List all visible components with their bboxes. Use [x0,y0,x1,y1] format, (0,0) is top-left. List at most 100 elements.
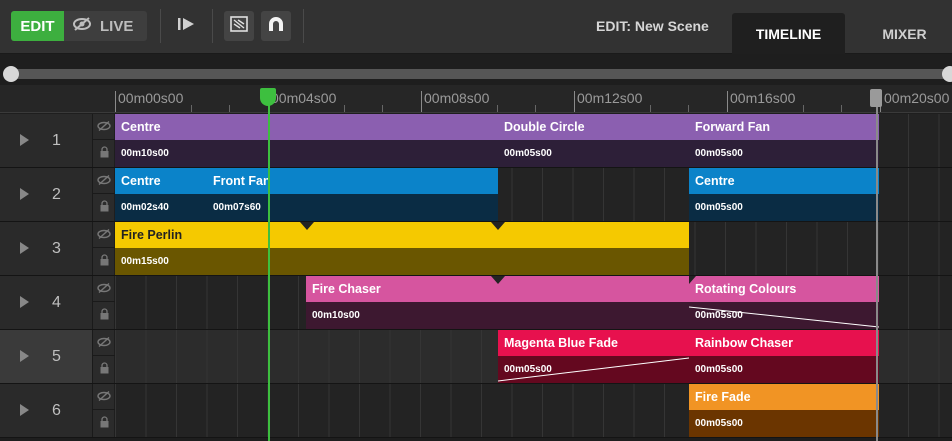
lock-toggle[interactable] [93,141,115,167]
eye-hidden-icon [97,280,111,298]
toolbar-divider [160,9,161,43]
edit-mode-button[interactable]: EDIT [11,11,64,41]
track-header[interactable]: 2 [0,168,92,221]
lock-toggle[interactable] [93,303,115,329]
fill-frame-button[interactable] [224,11,254,41]
track-lane[interactable]: Fire Fade 00m05s00 [115,384,952,437]
timeline-clip[interactable]: Magenta Blue Fade 00m05s00 [498,330,689,383]
expand-triangle-icon[interactable] [20,188,29,200]
track-lane[interactable]: Centre 00m02s40 Front Fan 00m07s60 Centr… [115,168,952,221]
timeline-clip[interactable]: Fire Perlin 00m15s00 [115,222,689,275]
ruler-minor-tick [650,105,651,112]
timeline-clip[interactable]: Rainbow Chaser 00m05s00 [689,330,879,383]
tab-timeline[interactable]: TIMELINE [732,13,845,54]
clip-duration: 00m05s00 [689,356,879,383]
clip-duration: 00m05s00 [498,140,689,167]
expand-triangle-icon[interactable] [20,296,29,308]
lock-toggle[interactable] [93,249,115,275]
expand-triangle-icon[interactable] [20,404,29,416]
live-label: LIVE [100,17,134,35]
transition-marker [491,276,505,284]
clip-name: Forward Fan [689,114,879,140]
track-header[interactable]: 5 [0,330,92,383]
clip-name: Double Circle [498,114,689,140]
track-lane[interactable]: Fire Chaser 00m10s00 Rotating Colours 00… [115,276,952,329]
snap-button[interactable] [261,11,291,41]
tab-mixer[interactable]: MIXER [857,13,952,54]
track-controls [92,168,115,221]
end-marker-handle[interactable] [870,89,882,107]
timeline-scrollbar[interactable] [0,64,952,83]
scrollbar-end-handle[interactable] [942,66,952,82]
clip-duration: 00m10s00 [115,140,498,167]
scrollbar-track[interactable] [12,69,948,79]
timeline-clip[interactable]: Double Circle 00m05s00 [498,114,689,167]
visibility-toggle[interactable] [93,276,115,302]
ruler-minor-tick [497,105,498,112]
visibility-toggle[interactable] [93,330,115,356]
eye-hidden-icon [97,334,111,352]
play-icon [177,17,195,35]
track-number: 6 [52,402,61,419]
ruler-label: 00m08s00 [424,90,490,106]
lock-toggle[interactable] [93,195,115,221]
track-lane[interactable]: Fire Perlin 00m15s00 [115,222,952,275]
timeline-clip[interactable]: Fire Chaser 00m10s00 [306,276,689,329]
timeline-clip[interactable]: Front Fan 00m07s60 [207,168,498,221]
ruler-minor-tick [803,105,804,112]
lock-toggle[interactable] [93,411,115,437]
track-controls [92,276,115,329]
track-header[interactable]: 4 [0,276,92,329]
expand-triangle-icon[interactable] [20,242,29,254]
toolbar-divider [212,9,213,43]
eye-hidden-icon [97,226,111,244]
transition-marker [491,222,505,230]
timeline-clip[interactable]: Centre 00m02s40 [115,168,207,221]
ruler-label: 00m12s00 [577,90,643,106]
expand-triangle-icon[interactable] [20,134,29,146]
track-controls [92,330,115,383]
scrollbar-start-handle[interactable] [3,66,19,82]
track-number: 1 [52,132,61,149]
fill-frame-icon [230,16,248,36]
time-ruler[interactable]: 00m00s00 00m04s00 00m08s00 00m12s00 00m1… [0,85,952,113]
track-number: 3 [52,240,61,257]
visibility-toggle[interactable] [93,384,115,410]
hide-icon [72,17,92,35]
timeline-clip[interactable]: Forward Fan 00m05s00 [689,114,879,167]
track-header[interactable]: 6 [0,384,92,437]
live-mode-button[interactable]: LIVE [64,11,147,41]
lock-icon [100,415,109,433]
lock-icon [100,199,109,217]
track-lane[interactable]: Centre 00m10s00 Double Circle 00m05s00 F… [115,114,952,167]
playhead-handle[interactable] [260,88,276,106]
timeline-clip[interactable]: Centre 00m10s00 [115,114,498,167]
visibility-toggle[interactable] [93,168,115,194]
timeline-clip[interactable]: Centre 00m05s00 [689,168,879,221]
clip-name: Magenta Blue Fade [498,330,689,356]
ruler-minor-tick [688,105,689,112]
timeline-clip[interactable]: Rotating Colours 00m05s00 [689,276,879,329]
visibility-toggle[interactable] [93,114,115,140]
play-button[interactable] [174,11,198,41]
expand-triangle-icon[interactable] [20,350,29,362]
clip-duration: 00m02s40 [115,194,207,221]
track-header[interactable]: 1 [0,114,92,167]
playhead-line [268,96,270,441]
transition-marker [689,276,696,284]
track-lane[interactable]: Magenta Blue Fade 00m05s00 Rainbow Chase… [115,330,952,383]
ruler-label: 00m00s00 [118,90,184,106]
clip-name: Fire Perlin [115,222,689,248]
lock-icon [100,307,109,325]
track-row: 6 Fire Fade 00m05s00 [0,384,952,438]
lock-toggle[interactable] [93,357,115,383]
ruler-minor-tick [344,105,345,112]
track-row: 2 Centre 00m02s40 Front Fan 00m07s60 Cen… [0,168,952,222]
ruler-minor-tick [382,105,383,112]
track-header[interactable]: 3 [0,222,92,275]
visibility-toggle[interactable] [93,222,115,248]
track-row: 4 Fire Chaser 00m10s00 Rotating Colours … [0,276,952,330]
timeline-clip[interactable]: Fire Fade 00m05s00 [689,384,879,437]
track-list: 1 Centre 00m10s00 Double Circle 00m05s00… [0,114,952,441]
ruler-major-tick [115,91,116,112]
